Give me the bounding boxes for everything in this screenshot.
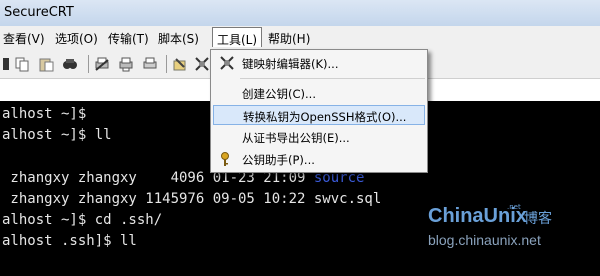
menu-item-label: 键映射编辑器(K)... xyxy=(242,57,339,71)
print-icon[interactable] xyxy=(142,56,158,72)
toolbar-separator xyxy=(88,55,89,73)
menu-transfer[interactable]: 传输(T) xyxy=(108,30,149,47)
title-bar: SecureCRT xyxy=(0,0,600,27)
find-icon[interactable] xyxy=(62,56,78,72)
keymap-editor-icon xyxy=(220,56,234,70)
menu-item-keymap-editor[interactable]: 键映射编辑器(K)... xyxy=(213,53,425,73)
menu-options[interactable]: 选项(O) xyxy=(55,30,98,47)
terminal-line: alhost ~]$ cd .ssh/ xyxy=(2,212,163,228)
menu-help[interactable]: 帮助(H) xyxy=(268,30,310,47)
terminal-line: alhost ~]$ ll xyxy=(2,127,112,143)
tools-dropdown-menu: 键映射编辑器(K)... 创建公钥(C)... 转换私钥为OpenSSH格式(O… xyxy=(210,49,428,173)
watermark-blog: 博客 xyxy=(524,211,552,227)
paste-icon[interactable] xyxy=(38,56,54,72)
menu-item-label: 创建公钥(C)... xyxy=(242,87,316,101)
print-setup-icon[interactable] xyxy=(94,56,110,72)
window-title: SecureCRT xyxy=(4,5,74,20)
watermark-url: blog.chinaunix.net xyxy=(428,232,541,248)
toolbar-separator xyxy=(166,55,167,73)
menu-bar: 查看(V) 选项(O) 传输(T) 脚本(S) 工具(L) 帮助(H) xyxy=(0,26,600,51)
menu-view[interactable]: 查看(V) xyxy=(3,30,45,47)
menu-script[interactable]: 脚本(S) xyxy=(158,30,199,47)
copy-icon[interactable] xyxy=(14,56,30,72)
menu-item-public-key-assistant[interactable]: 公钥助手(P)... xyxy=(213,149,425,169)
watermark-domain: .net xyxy=(507,203,521,211)
keymap-icon[interactable] xyxy=(194,56,210,72)
key-icon xyxy=(221,152,229,166)
menu-item-convert-private-key[interactable]: 转换私钥为OpenSSH格式(O)... xyxy=(213,105,425,125)
terminal-line: alhost ~]$ xyxy=(2,106,87,122)
print-preview-icon[interactable] xyxy=(118,56,134,72)
menu-item-label: 从证书导出公钥(E)... xyxy=(242,131,350,145)
menu-item-label: 公钥助手(P)... xyxy=(242,153,315,167)
menu-tools[interactable]: 工具(L) xyxy=(212,27,263,47)
partial-icon[interactable] xyxy=(0,56,10,72)
terminal-line: alhost .ssh]$ ll xyxy=(2,233,137,249)
menu-item-create-public-key[interactable]: 创建公钥(C)... xyxy=(213,83,425,103)
menu-item-label: 转换私钥为OpenSSH格式(O)... xyxy=(243,110,407,124)
options-icon[interactable] xyxy=(172,56,188,72)
menu-separator xyxy=(240,78,425,79)
terminal-line: zhangxy zhangxy 1145976 09-05 10:22 swvc… xyxy=(2,191,382,207)
menu-item-export-public-key[interactable]: 从证书导出公钥(E)... xyxy=(213,127,425,147)
